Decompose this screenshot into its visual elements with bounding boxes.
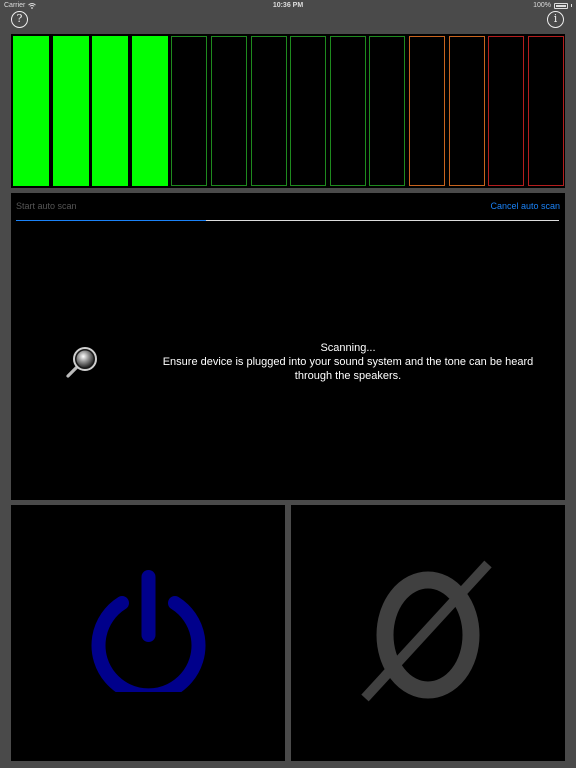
meter-bar-7 — [250, 36, 287, 186]
meter-bar-3 — [92, 36, 129, 186]
scan-progress-fill — [16, 220, 207, 221]
meter-bar-10 — [369, 36, 406, 186]
power-button[interactable] — [11, 505, 285, 761]
scan-progress-bar — [16, 220, 559, 221]
scan-panel: Start auto scan Cancel auto scan Scannin… — [11, 193, 565, 500]
phase-icon — [361, 560, 492, 702]
scan-instruction-line-2: through the speakers. — [294, 370, 402, 382]
meter-bar-13 — [488, 36, 525, 186]
meter-bar-1 — [13, 36, 49, 186]
meter-bar-6 — [211, 36, 247, 186]
meter-bar-8 — [290, 36, 327, 186]
start-auto-scan-button[interactable]: Start auto scan — [16, 201, 77, 211]
level-meter — [11, 34, 565, 188]
meter-bar-9 — [329, 36, 366, 186]
meter-bar-11 — [409, 36, 445, 186]
meter-bar-14 — [527, 36, 564, 186]
battery-icon — [554, 2, 568, 9]
meter-bar-2 — [52, 36, 89, 186]
meter-bar-4 — [131, 36, 168, 186]
scan-instruction-line-1: Ensure device is plugged into your sound… — [162, 356, 534, 368]
info-icon: i — [553, 12, 558, 25]
power-icon — [91, 570, 206, 692]
phase-button[interactable] — [291, 505, 565, 761]
help-button[interactable]: ? — [11, 11, 28, 28]
info-button[interactable]: i — [547, 11, 564, 28]
magnifier-icon — [66, 347, 97, 378]
cancel-auto-scan-button[interactable]: Cancel auto scan — [490, 201, 560, 211]
battery-percent: 100% — [533, 2, 551, 9]
meter-bar-12 — [448, 36, 485, 186]
status-bar: Carrier 10:36 PM 100% — [0, 0, 576, 12]
clock: 10:36 PM — [272, 2, 304, 9]
help-icon: ? — [16, 12, 23, 25]
scan-status-text: Scanning... Ensure device is plugged int… — [141, 341, 555, 383]
meter-bar-5 — [171, 36, 208, 186]
battery-indicator: 100% — [533, 2, 572, 9]
scan-status-line: Scanning... — [320, 342, 376, 354]
